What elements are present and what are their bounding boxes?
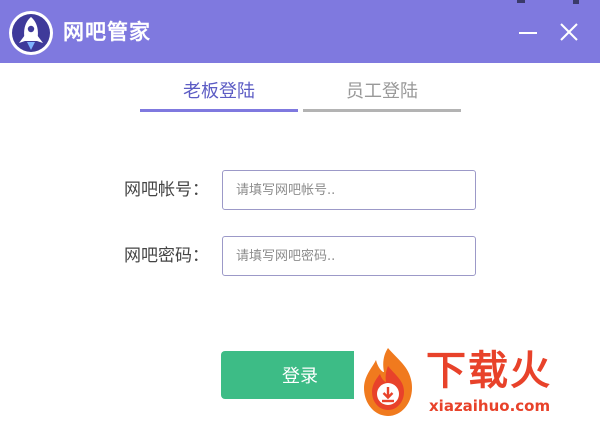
tab-underline: [303, 109, 461, 112]
tab-underline-active: [140, 109, 298, 112]
watermark-url: xiazaihuo.com: [429, 397, 551, 415]
flame-logo-icon: [364, 348, 412, 416]
password-label: 网吧密码：: [124, 246, 209, 266]
tab-label: 员工登陆: [346, 81, 418, 102]
watermark: 下载火 xiazaihuo.com: [354, 344, 600, 422]
watermark-brand: 下载火: [426, 348, 552, 394]
close-icon[interactable]: [557, 20, 581, 44]
password-input[interactable]: [222, 236, 476, 276]
app-title: 网吧管家: [63, 20, 151, 44]
window-corner-mark: [517, 0, 525, 3]
account-input[interactable]: [222, 170, 476, 210]
minimize-icon[interactable]: [516, 20, 540, 44]
title-bar: 网吧管家: [0, 0, 600, 63]
tab-label: 老板登陆: [183, 81, 255, 102]
account-label: 网吧帐号：: [124, 180, 209, 200]
tab-staff-login[interactable]: 员工登陆: [303, 78, 461, 112]
app-logo-icon: [9, 11, 53, 55]
window-corner-mark: [573, 0, 579, 4]
tab-boss-login[interactable]: 老板登陆: [140, 78, 298, 112]
